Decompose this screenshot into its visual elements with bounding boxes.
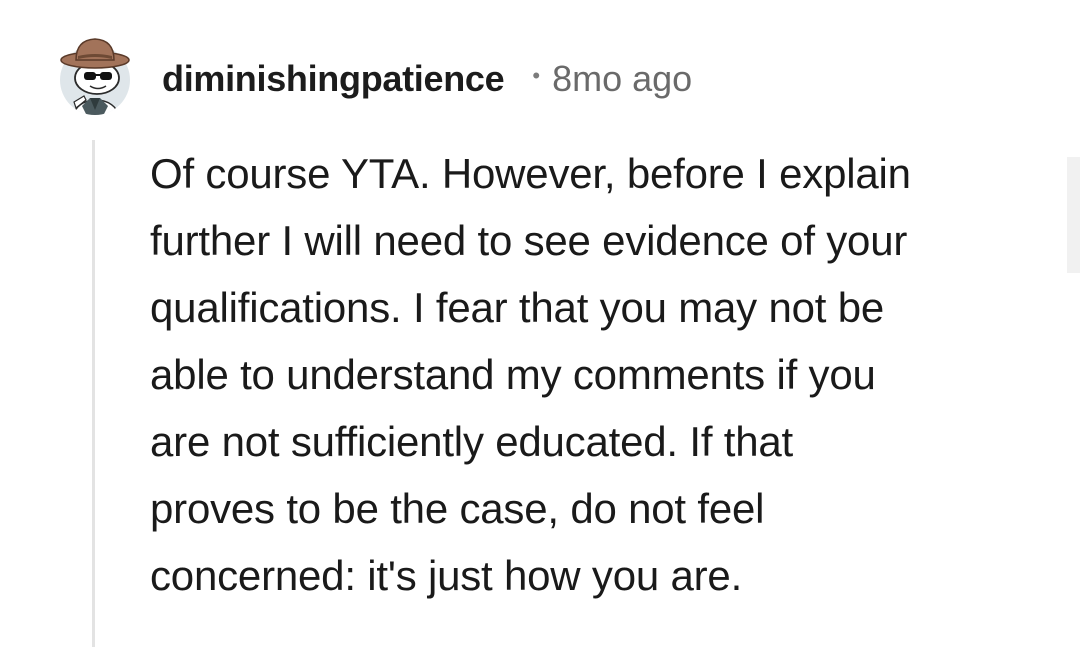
comment: diminishingpatience • 8mo ago Of course …: [0, 0, 1080, 647]
comment-body-line: proves to be the case, do not feel: [150, 485, 765, 532]
comment-body-line: Of course YTA. However, before I explain: [150, 150, 911, 197]
comment-body-line: able to understand my comments if you: [150, 351, 876, 398]
comment-body-line: qualifications. I fear that you may not …: [150, 284, 885, 331]
comment-body-line: further I will need to see evidence of y…: [150, 217, 908, 264]
timestamp-link[interactable]: 8mo ago: [552, 58, 692, 100]
separator-dot: •: [532, 63, 541, 88]
comment-body-line: concerned: it's just how you are.: [150, 552, 743, 599]
username-link[interactable]: diminishingpatience: [162, 58, 505, 100]
user-avatar-icon[interactable]: [56, 36, 134, 116]
comment-header: diminishingpatience • 8mo ago: [162, 55, 692, 103]
thread-collapse-line[interactable]: [92, 140, 95, 647]
comment-body: Of course YTA. However, before I explain…: [150, 140, 1030, 609]
comment-body-line: are not sufficiently educated. If that: [150, 418, 794, 465]
adjacent-element-edge: [1067, 157, 1080, 273]
